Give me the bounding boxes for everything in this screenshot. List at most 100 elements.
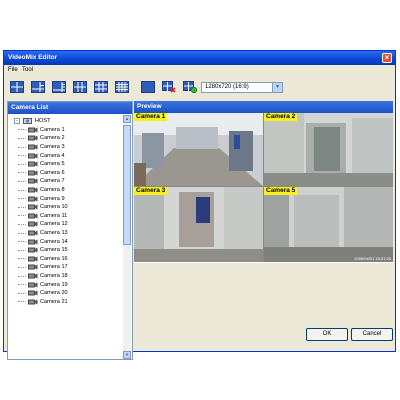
camera-list-label: Camera 14 [40, 238, 68, 245]
camera-list-item[interactable]: Camera 16 [8, 255, 124, 264]
camera-icon [28, 273, 38, 279]
layout-clear-button[interactable] [140, 79, 156, 95]
camera-list-label: Camera 5 [40, 161, 65, 168]
camera-list-item[interactable]: Camera 21 [8, 298, 124, 307]
tree-connector [18, 129, 26, 131]
videomix-editor-window: VideoMix Editor × File Tool 1280x720 (16… [3, 50, 396, 360]
ok-button[interactable]: OK [306, 328, 348, 341]
layout-2x2-button[interactable] [72, 79, 88, 95]
camera-list-item[interactable]: Camera 17 [8, 263, 124, 272]
tree-connector [18, 241, 26, 243]
camera-2-image [264, 113, 393, 186]
camera-icon [28, 239, 38, 245]
scroll-up-icon[interactable]: ▲ [123, 115, 131, 123]
camera-list-item[interactable]: Camera 11 [8, 212, 124, 221]
tree-connector [18, 258, 26, 260]
camera-list-label: Camera 10 [40, 204, 68, 211]
camera-list-label: Camera 1 [40, 126, 65, 133]
camera-1-image [134, 113, 263, 186]
menu-file[interactable]: File [8, 67, 18, 73]
camera-5-label: Camera 5 [264, 187, 298, 195]
camera-tree: - HOST Camera 1 Camera 2 Camera 3 Camera 4 Cam… [8, 115, 124, 359]
camera-list-label: Camera 3 [40, 144, 65, 151]
menu-tool[interactable]: Tool [22, 67, 33, 73]
camera-list-item[interactable]: Camera 4 [8, 151, 124, 160]
layout-3x3-icon [94, 81, 108, 93]
layout-clear-icon [141, 81, 155, 93]
camera-list-item[interactable]: Camera 5 [8, 160, 124, 169]
camera-icon [28, 127, 38, 133]
camera-list-scrollbar[interactable]: ▲ ▼ [123, 115, 131, 359]
resolution-select[interactable]: 1280x720 (16:9) ▼ [201, 82, 283, 93]
camera-3-image [134, 187, 263, 262]
scroll-thumb[interactable] [123, 125, 131, 245]
camera-list-item[interactable]: Camera 9 [8, 194, 124, 203]
camera-icon [28, 264, 38, 270]
camera-icon [28, 256, 38, 262]
camera-list-item[interactable]: Camera 3 [8, 143, 124, 152]
camera-list-label: Camera 16 [40, 255, 68, 262]
camera-tile-5[interactable]: Camera 5 2008/04/01 15:21:25 [264, 187, 393, 262]
camera-icon [28, 221, 38, 227]
tree-connector [18, 301, 26, 303]
menu-bar: File Tool [4, 65, 395, 75]
camera-list-item[interactable]: Camera 2 [8, 134, 124, 143]
camera-list-label: Camera 7 [40, 178, 65, 185]
layout-delete-button[interactable] [161, 79, 177, 95]
scroll-down-icon[interactable]: ▼ [123, 351, 131, 359]
camera-icon [28, 282, 38, 288]
camera-list-label: Camera 21 [40, 298, 68, 305]
camera-list-label: Camera 18 [40, 273, 68, 280]
tree-connector [18, 155, 26, 157]
camera-icon [28, 213, 38, 219]
close-button[interactable]: × [382, 53, 392, 63]
camera-icon [28, 135, 38, 141]
camera-list-item[interactable]: Camera 10 [8, 203, 124, 212]
camera-list-item[interactable]: Camera 1 [8, 126, 124, 135]
camera-list-panel: Camera List - HOST Camera 1 Camera 2 Camera … [7, 101, 133, 360]
layout-1-plus-5-icon [31, 81, 45, 93]
layout-1-plus-5-button[interactable] [30, 79, 46, 95]
window-title: VideoMix Editor [8, 54, 57, 61]
camera-icon [28, 247, 38, 253]
camera-list-item[interactable]: Camera 13 [8, 229, 124, 238]
host-label: HOST [35, 118, 51, 125]
camera-tile-1[interactable]: Camera 1 [134, 113, 263, 186]
tree-host-row[interactable]: - HOST [8, 117, 124, 126]
cancel-button[interactable]: Cancel [351, 328, 393, 341]
close-icon: × [384, 53, 390, 62]
camera-icon [28, 230, 38, 236]
camera-list-label: Camera 11 [40, 212, 68, 219]
title-bar[interactable]: VideoMix Editor × [4, 51, 395, 65]
camera-list-item[interactable]: Camera 8 [8, 186, 124, 195]
layout-1x1-button[interactable] [9, 79, 25, 95]
camera-list-label: Camera 20 [40, 290, 68, 297]
chevron-down-icon[interactable]: ▼ [272, 83, 282, 92]
camera-list-label: Camera 19 [40, 281, 68, 288]
tree-connector [18, 172, 26, 174]
expand-minus-icon[interactable]: - [14, 118, 20, 125]
camera-tile-3[interactable]: Camera 3 [134, 187, 263, 262]
camera-3-label: Camera 3 [134, 187, 168, 195]
layout-1-plus-7-button[interactable] [51, 79, 67, 95]
camera-list-item[interactable]: Camera 15 [8, 246, 124, 255]
tree-connector [18, 215, 26, 217]
toolbar: 1280x720 (16:9) ▼ [4, 76, 395, 98]
tree-connector [18, 223, 26, 225]
layout-settings-button[interactable] [182, 79, 198, 95]
camera-list-item[interactable]: Camera 14 [8, 237, 124, 246]
layout-3x3-button[interactable] [93, 79, 109, 95]
camera-list-item[interactable]: Camera 7 [8, 177, 124, 186]
tree-connector [18, 249, 26, 251]
camera-icon [28, 204, 38, 210]
tree-connector [18, 206, 26, 208]
camera-list-item[interactable]: Camera 12 [8, 220, 124, 229]
camera-list-item[interactable]: Camera 6 [8, 169, 124, 178]
camera-list-label: Camera 6 [40, 169, 65, 176]
camera-list-item[interactable]: Camera 19 [8, 280, 124, 289]
camera-list-label: Camera 15 [40, 247, 68, 254]
camera-list-item[interactable]: Camera 18 [8, 272, 124, 281]
camera-tile-2[interactable]: Camera 2 [264, 113, 393, 186]
layout-4x4-button[interactable] [114, 79, 130, 95]
camera-list-item[interactable]: Camera 20 [8, 289, 124, 298]
